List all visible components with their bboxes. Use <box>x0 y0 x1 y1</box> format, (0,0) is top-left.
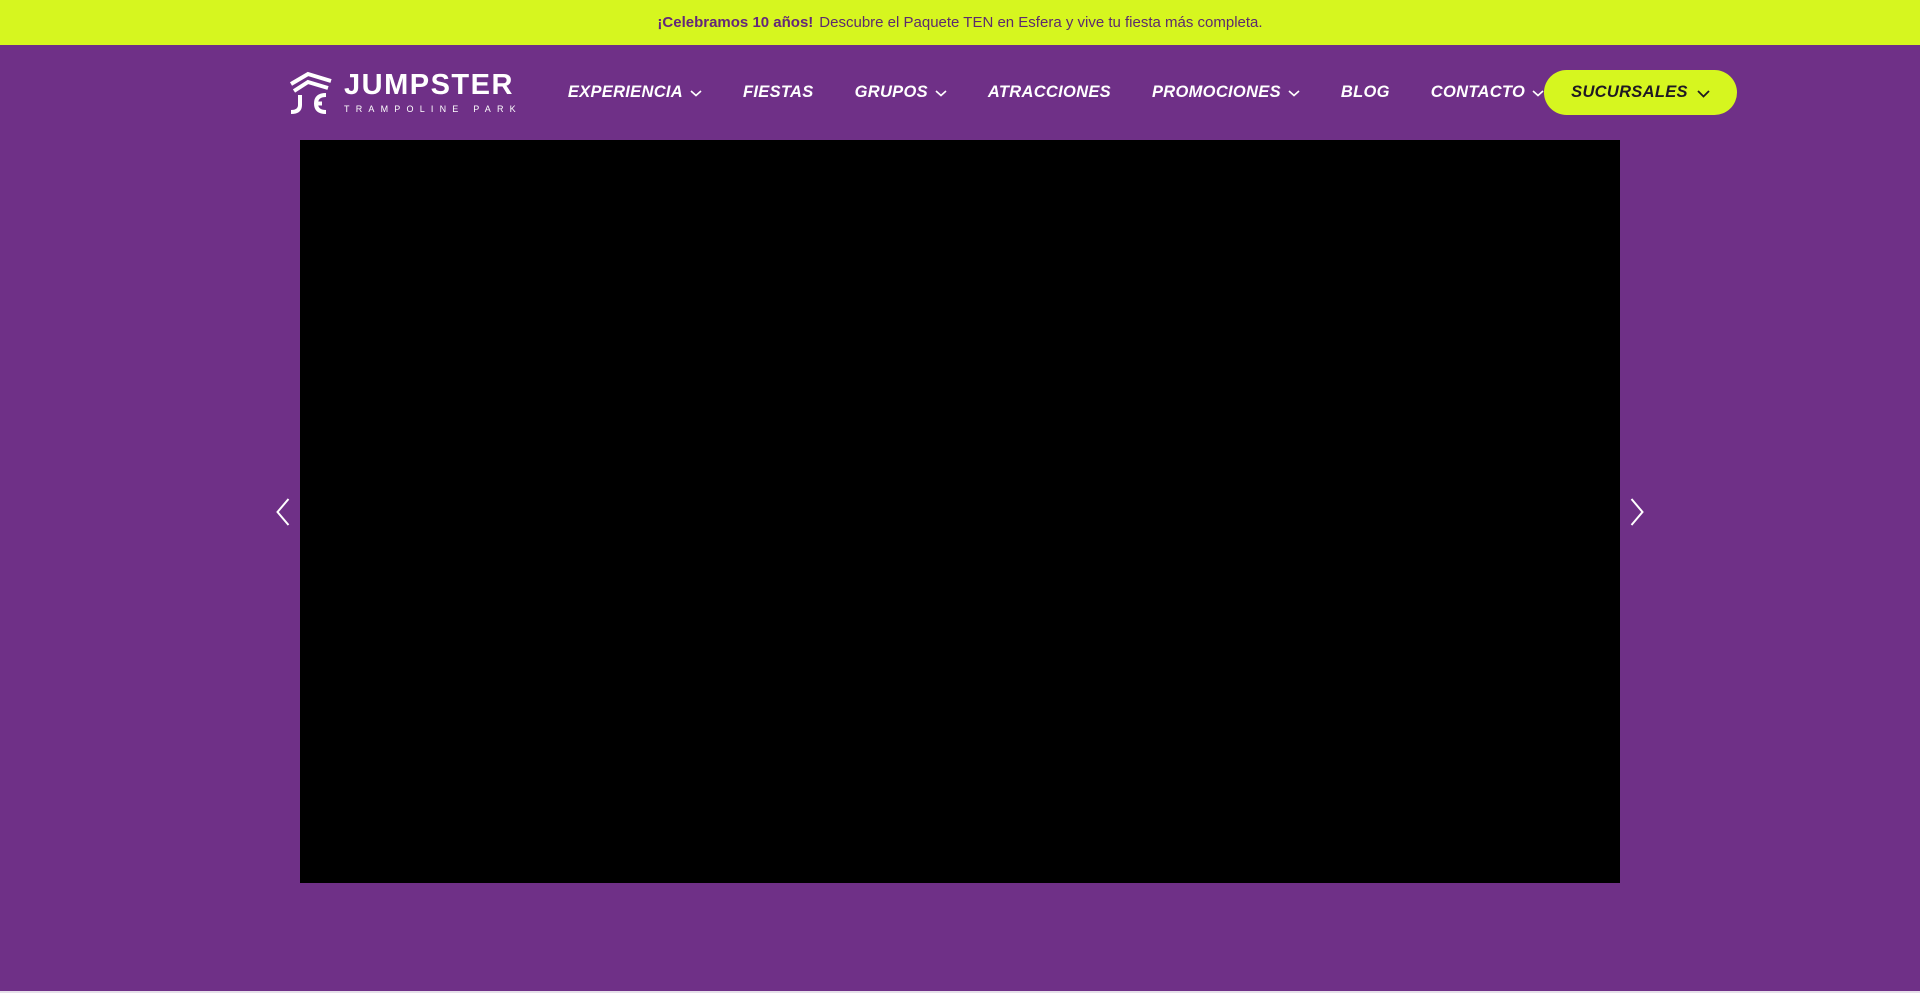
main-nav: EXPERIENCIA FIESTAS GRUPOS ATRACCIONES P… <box>568 83 1544 102</box>
promo-banner-highlight: ¡Celebramos 10 años! <box>657 14 813 31</box>
promo-banner-message: Descubre el Paquete TEN en Esfera y vive… <box>819 14 1262 31</box>
chevron-down-icon <box>1697 90 1710 98</box>
nav-item-label: FIESTAS <box>743 83 814 102</box>
nav-item-blog[interactable]: BLOG <box>1341 83 1390 102</box>
logo-subtitle: TRAMPOLINE PARK <box>344 104 522 114</box>
nav-item-contacto[interactable]: CONTACTO <box>1431 83 1544 102</box>
site-header: JUMPSTER TRAMPOLINE PARK EXPERIENCIA FIE… <box>0 45 1920 140</box>
logo-text: JUMPSTER TRAMPOLINE PARK <box>344 71 522 114</box>
sucursales-button[interactable]: SUCURSALES <box>1544 70 1737 115</box>
jumpster-mark-icon <box>287 69 335 117</box>
header-inner: JUMPSTER TRAMPOLINE PARK EXPERIENCIA FIE… <box>287 45 1633 140</box>
nav-item-promociones[interactable]: PROMOCIONES <box>1152 83 1300 102</box>
chevron-down-icon <box>690 90 702 97</box>
nav-item-grupos[interactable]: GRUPOS <box>855 83 947 102</box>
nav-item-label: BLOG <box>1341 83 1390 102</box>
nav-item-label: PROMOCIONES <box>1152 83 1281 102</box>
nav-item-label: EXPERIENCIA <box>568 83 683 102</box>
chevron-down-icon <box>935 90 947 97</box>
hero-carousel <box>300 140 1620 883</box>
carousel-next-button[interactable] <box>1626 495 1648 529</box>
carousel-prev-button[interactable] <box>272 495 294 529</box>
chevron-left-icon <box>275 497 291 527</box>
logo-link[interactable]: JUMPSTER TRAMPOLINE PARK <box>287 69 522 117</box>
nav-item-label: GRUPOS <box>855 83 928 102</box>
nav-item-fiestas[interactable]: FIESTAS <box>743 83 814 102</box>
hero-video-slide[interactable] <box>300 140 1620 883</box>
chevron-right-icon <box>1629 497 1645 527</box>
nav-item-label: CONTACTO <box>1431 83 1525 102</box>
nav-item-experiencia[interactable]: EXPERIENCIA <box>568 83 702 102</box>
nav-item-atracciones[interactable]: ATRACCIONES <box>988 83 1111 102</box>
chevron-down-icon <box>1288 90 1300 97</box>
sucursales-button-label: SUCURSALES <box>1571 83 1688 102</box>
chevron-down-icon <box>1532 90 1544 97</box>
nav-item-label: ATRACCIONES <box>988 83 1111 102</box>
logo-title: JUMPSTER <box>344 71 522 100</box>
promo-banner: ¡Celebramos 10 años! Descubre el Paquete… <box>0 0 1920 45</box>
